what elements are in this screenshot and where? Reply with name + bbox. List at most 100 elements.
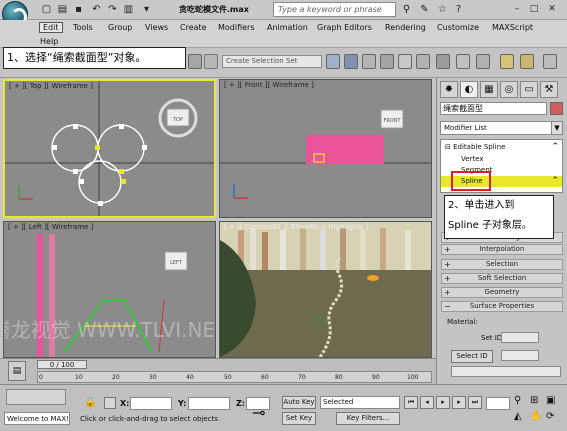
rendered-frame-icon[interactable]	[456, 54, 470, 69]
menu-customize[interactable]: Customize	[437, 23, 479, 32]
menu-tools[interactable]: Tools	[73, 23, 93, 32]
menu-graph-editors[interactable]: Graph Editors	[317, 23, 372, 32]
search-input[interactable]: Type a keyword or phrase	[273, 2, 396, 17]
set-key-button[interactable]: Set Key	[282, 412, 316, 425]
rollout-soft-selection[interactable]: + Soft Selection	[441, 273, 563, 284]
material-name-dropdown[interactable]	[451, 366, 561, 377]
menu-help[interactable]: Help	[40, 37, 58, 46]
absolute-mode-icon[interactable]	[104, 397, 116, 409]
key-filters-button[interactable]: Key Filters...	[336, 412, 400, 425]
minimize-button[interactable]: –	[510, 3, 524, 16]
create-tab-icon[interactable]: ✸	[440, 81, 458, 98]
time-slider[interactable]: 0 / 100	[37, 360, 87, 369]
auto-key-button[interactable]: Auto Key	[282, 396, 316, 409]
orbit-icon[interactable]: ⟳	[546, 411, 554, 422]
render-setup-icon[interactable]	[436, 54, 450, 69]
play-icon[interactable]: ▸	[436, 396, 450, 409]
set-id-field[interactable]	[501, 332, 539, 343]
zoom-icon[interactable]: ⚲	[514, 395, 521, 406]
menu-rendering[interactable]: Rendering	[385, 23, 426, 32]
modifier-list-dropdown[interactable]: Modifier List ▼	[440, 121, 563, 135]
modify-tab-icon[interactable]: ◐	[460, 81, 478, 98]
go-to-start-icon[interactable]: ⏮	[404, 396, 418, 409]
motion-tab-icon[interactable]: ◎	[500, 81, 518, 98]
layer-icon[interactable]	[362, 54, 376, 69]
zoom-all-icon[interactable]: ⊞	[530, 395, 538, 406]
select-id-button[interactable]: Select ID	[451, 350, 493, 363]
minus-icon[interactable]: ⊟	[445, 143, 453, 151]
menu-group[interactable]: Group	[108, 23, 132, 32]
lock-icon[interactable]: 🔒	[84, 397, 96, 408]
stack-item-editable-spline[interactable]: ⊟ Editable Spline ⌃	[441, 142, 562, 153]
rollout-geometry[interactable]: + Geometry	[441, 287, 563, 298]
next-frame-icon[interactable]: ▸	[452, 396, 466, 409]
caret-up-icon[interactable]: ⌃	[551, 142, 559, 153]
current-frame-field[interactable]	[486, 397, 510, 410]
object-name-field[interactable]: 绳索截面型	[440, 102, 547, 115]
y-coordinate-field[interactable]	[188, 397, 230, 410]
teapot-active-icon[interactable]	[543, 54, 557, 69]
menu-edit[interactable]: Edit	[39, 22, 63, 33]
vertex-handle	[119, 124, 124, 129]
chevron-down-icon[interactable]: ▼	[551, 122, 562, 134]
project-folder-icon[interactable]: ▥	[122, 3, 135, 16]
viewport-perspective-label[interactable]: [ + ][ Camera01 ][ Smooth + Highlights ]	[224, 223, 369, 231]
viewport-perspective[interactable]: [ + ][ Camera01 ][ Smooth + Highlights ]	[219, 221, 432, 358]
align-icon[interactable]	[344, 54, 358, 69]
viewport-left-label[interactable]: [ + ][ Left ][ Wireframe ]	[8, 223, 93, 231]
field-of-view-icon[interactable]: ◭	[514, 411, 522, 422]
new-icon[interactable]: ▢	[40, 3, 53, 16]
mirror-icon[interactable]	[326, 54, 340, 69]
help-icon[interactable]: ?	[452, 3, 465, 16]
previous-frame-icon[interactable]: ◂	[420, 396, 434, 409]
mini-curve-editor-icon[interactable]: ▤	[8, 361, 26, 381]
zoom-extents-icon[interactable]: ▣	[546, 395, 555, 406]
viewport-left[interactable]: [ + ][ Left ][ Wireframe ] LEFT 腾龙视觉 WWW…	[3, 221, 216, 358]
menu-animation[interactable]: Animation	[267, 23, 308, 32]
close-button[interactable]: ✕	[545, 3, 559, 16]
rollout-surface-properties[interactable]: − Surface Properties	[441, 301, 563, 312]
curve-editor-icon[interactable]	[380, 54, 394, 69]
menu-maxscript[interactable]: MAXScript	[492, 23, 533, 32]
infocenter-icon[interactable]: ✎	[418, 3, 431, 16]
utilities-tab-icon[interactable]: ⚒	[540, 81, 558, 98]
maxscript-listener[interactable]: Welcome to MAX!	[4, 412, 70, 425]
teapot-production-icon[interactable]	[520, 54, 534, 69]
pan-icon[interactable]: ✋	[530, 411, 542, 422]
x-coordinate-field[interactable]	[130, 397, 172, 410]
rollout-interpolation[interactable]: + Interpolation	[441, 244, 563, 255]
selection-set-dropdown[interactable]: Create Selection Set	[222, 55, 322, 68]
teapot-icon[interactable]	[500, 54, 514, 69]
select-id-field[interactable]	[501, 350, 539, 361]
set-key-icon[interactable]: ⊸	[252, 403, 265, 422]
search-icon[interactable]: ⚲	[400, 3, 413, 16]
redo-icon[interactable]: ↷	[106, 3, 119, 16]
menu-views[interactable]: Views	[145, 23, 168, 32]
render-icon[interactable]	[476, 54, 490, 69]
viewport-top[interactable]: [ + ][ Top ][ Wireframe ] TOP	[3, 79, 216, 218]
maximize-button[interactable]: □	[527, 3, 541, 16]
object-color-swatch[interactable]	[550, 102, 563, 115]
abc-edit-icon[interactable]	[204, 54, 218, 69]
rollout-selection[interactable]: + Selection	[441, 259, 563, 270]
key-mode-dropdown[interactable]: Selected	[320, 396, 400, 409]
undo-icon[interactable]: ↶	[90, 3, 103, 16]
scene-explorer-icon[interactable]	[6, 389, 66, 405]
hierarchy-tab-icon[interactable]: ▦	[480, 81, 498, 98]
star-icon[interactable]: ☆	[436, 3, 449, 16]
material-editor-icon[interactable]	[416, 54, 430, 69]
viewport-front-label[interactable]: [ + ][ Front ][ Wireframe ]	[224, 81, 314, 89]
menu-modifiers[interactable]: Modifiers	[218, 23, 255, 32]
snap-icon[interactable]	[188, 54, 202, 69]
caret-up-icon[interactable]: ⌃	[551, 176, 559, 187]
go-to-end-icon[interactable]: ⏭	[468, 396, 482, 409]
save-icon[interactable]: ▪	[72, 3, 85, 16]
dropdown-arrow-icon[interactable]: ▾	[140, 3, 153, 16]
menu-create[interactable]: Create	[180, 23, 207, 32]
viewport-top-label[interactable]: [ + ][ Top ][ Wireframe ]	[9, 82, 93, 90]
open-icon[interactable]: ▤	[56, 3, 69, 16]
display-tab-icon[interactable]: ▭	[520, 81, 538, 98]
schematic-icon[interactable]	[398, 54, 412, 69]
stack-item-vertex[interactable]: Vertex	[441, 154, 562, 165]
viewport-front[interactable]: [ + ][ Front ][ Wireframe ] FRONT	[219, 79, 432, 218]
